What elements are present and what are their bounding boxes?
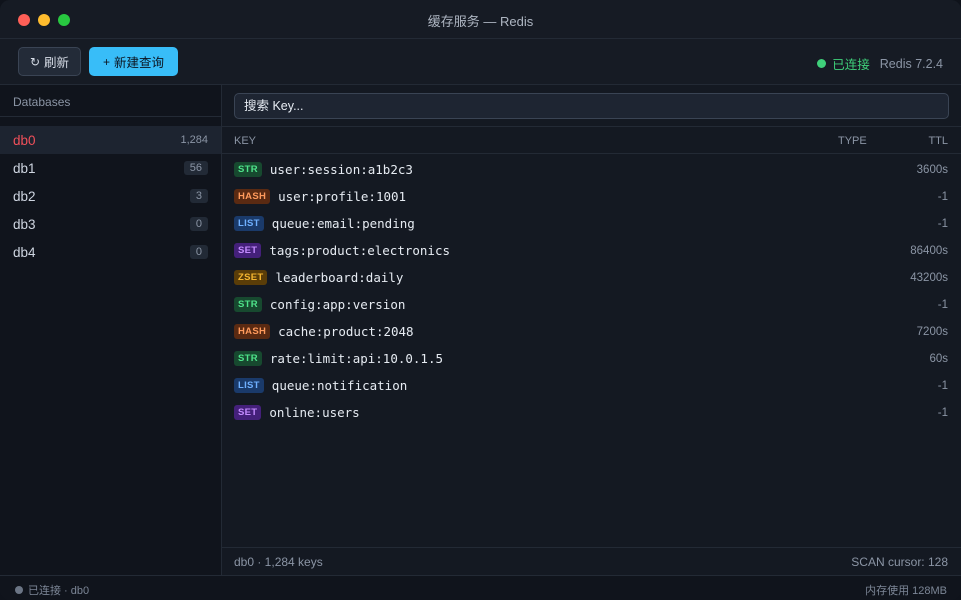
database-list: db0 1,284 db1 56 db2 3 db3 0 db4 0 [0,117,221,266]
key-name: user:profile:1001 [278,189,407,204]
database-key-count: 1,284 [180,134,208,146]
type-badge: SET [234,405,262,420]
memory-usage: 内存使用 128MB [865,585,947,597]
connection-status-dot-icon [817,59,827,68]
table-row[interactable]: SET tags:product:electronics 86400s [222,237,961,264]
key-ttl: 7200s [916,325,948,338]
key-name: rate:limit:api:10.0.1.5 [269,351,443,366]
type-badge: HASH [234,324,271,339]
table-row[interactable]: ZSET leaderboard:daily 43200s [222,264,961,291]
table-row[interactable]: HASH cache:product:2048 7200s [222,318,961,345]
search-bar [222,85,961,127]
database-key-count: 0 [189,217,208,231]
table-row[interactable]: SET online:users -1 [222,399,961,426]
status-dot-icon [15,586,23,594]
key-name: queue:notification [271,378,408,393]
type-badge: HASH [234,189,271,204]
sidebar-item-db4[interactable]: db4 0 [0,238,221,266]
type-badge: STR [234,162,262,177]
key-name: online:users [269,405,360,420]
new-query-button[interactable]: + 新建查询 [89,47,178,76]
key-summary: db0 · 1,284 keys [234,555,323,569]
key-ttl: -1 [937,406,948,419]
scan-cursor: SCAN cursor: 128 [851,555,948,569]
key-ttl: 86400s [910,244,948,257]
key-table-header: KEY TYPE TTL [222,127,961,154]
database-name: db2 [13,188,36,204]
column-header-key[interactable]: KEY [234,135,256,147]
table-row[interactable]: LIST queue:notification -1 [222,372,961,399]
key-ttl: -1 [937,379,948,392]
sidebar-item-db1[interactable]: db1 56 [0,154,221,182]
database-name: db3 [13,216,36,232]
key-ttl: -1 [937,217,948,230]
database-name: db4 [13,244,36,260]
window-title: 缓存服务 — Redis [427,14,534,29]
new-query-button-label: 新建查询 [114,56,165,70]
table-row[interactable]: HASH user:profile:1001 -1 [222,183,961,210]
key-ttl: 43200s [910,271,948,284]
key-ttl: 3600s [916,163,948,176]
key-ttl: -1 [937,298,948,311]
key-ttl: 60s [929,352,948,365]
type-badge: STR [234,297,262,312]
column-header-ttl[interactable]: TTL [928,135,948,147]
refresh-button-label: 刷新 [44,56,70,70]
type-badge: STR [234,351,262,366]
key-search-input[interactable] [234,93,949,119]
key-name: queue:email:pending [271,216,415,231]
key-ttl: -1 [937,190,948,203]
toolbar: ↻ 刷新 + 新建查询 已连接 Redis 7.2.4 [0,39,961,85]
sidebar-item-db0[interactable]: db0 1,284 [0,126,221,154]
database-key-count: 3 [189,189,208,203]
key-name: config:app:version [269,297,406,312]
type-badge: LIST [234,378,264,393]
plus-icon: + [102,54,110,69]
key-name: tags:product:electronics [269,243,451,258]
table-row[interactable]: LIST queue:email:pending -1 [222,210,961,237]
key-name: leaderboard:daily [275,270,404,285]
key-browser-footer: db0 · 1,284 keys SCAN cursor: 128 [222,547,961,575]
redis-version: Redis 7.2.4 [879,56,943,71]
refresh-button[interactable]: ↻ 刷新 [18,47,81,76]
sidebar-heading: Databases [0,85,221,117]
table-row[interactable]: STR user:session:a1b2c3 3600s [222,156,961,183]
app-window: 缓存服务 — Redis ↻ 刷新 + 新建查询 已连接 Redis 7.2.4… [0,0,961,600]
type-badge: LIST [234,216,264,231]
connection-status: 已连接 [832,58,870,72]
database-key-count: 0 [189,245,208,259]
key-browser: KEY TYPE TTL STR user:session:a1b2c3 360… [222,85,961,575]
type-badge: SET [234,243,262,258]
database-name: db0 [13,132,36,148]
database-name: db1 [13,160,36,176]
table-row[interactable]: STR rate:limit:api:10.0.1.5 60s [222,345,961,372]
sidebar-item-db3[interactable]: db3 0 [0,210,221,238]
database-key-count: 56 [183,161,208,175]
status-connection: 已连接 · db0 [15,582,89,598]
table-row[interactable]: STR config:app:version -1 [222,291,961,318]
connection-indicator: 已连接 Redis 7.2.4 [817,54,943,73]
status-connection-text: 已连接 · db0 [28,585,90,597]
refresh-icon: ↻ [29,54,41,69]
type-badge: ZSET [234,270,268,285]
sidebar-item-db2[interactable]: db2 3 [0,182,221,210]
title-bar: 缓存服务 — Redis [0,0,961,39]
column-header-type[interactable]: TYPE [838,135,867,147]
database-sidebar: Databases db0 1,284 db1 56 db2 3 db3 0 d… [0,85,222,575]
key-name: user:session:a1b2c3 [269,162,413,177]
key-name: cache:product:2048 [278,324,414,339]
key-table-body: STR user:session:a1b2c3 3600s HASH user:… [222,154,961,426]
status-bar: 已连接 · db0 内存使用 128MB [0,575,961,600]
